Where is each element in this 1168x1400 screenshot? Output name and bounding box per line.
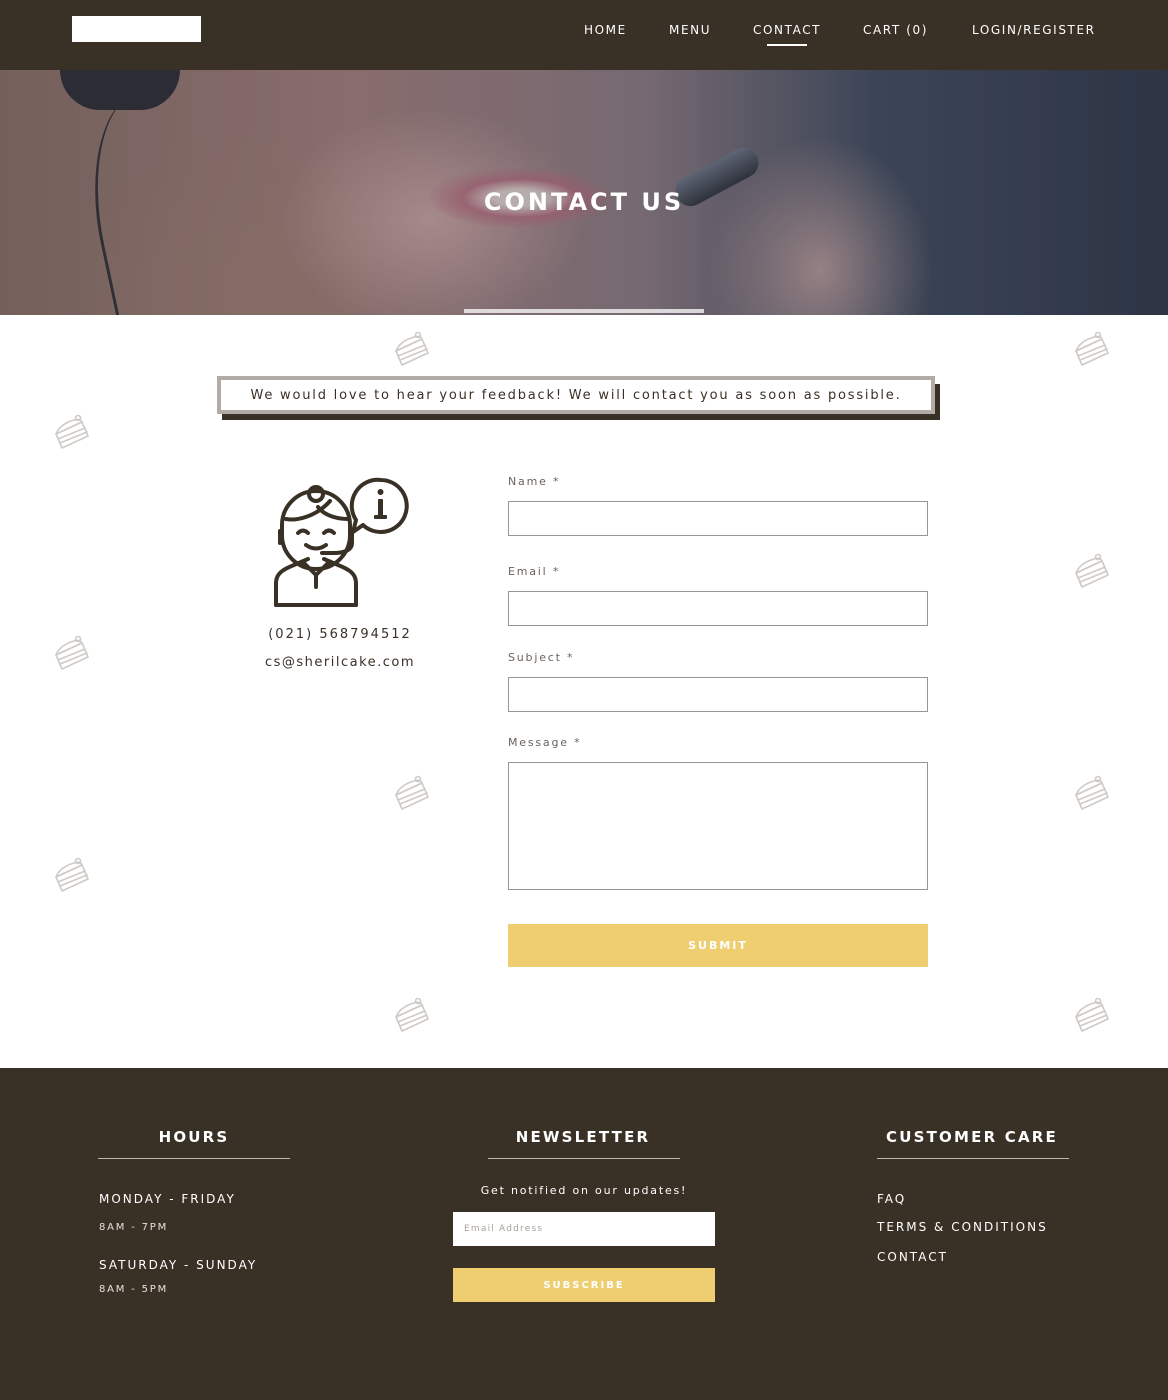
contact-email-address[interactable]: cs@sherilcake.com: [240, 655, 440, 670]
cake-slice-icon: [55, 635, 89, 670]
cake-slice-icon: [1075, 997, 1109, 1032]
subject-label: Subject *: [508, 651, 575, 664]
hours-heading: HOURS: [158, 1128, 230, 1146]
contact-main-section: We would love to hear your feedback! We …: [0, 315, 1168, 1068]
nav-menu-link[interactable]: MENU: [669, 22, 711, 38]
newsletter-divider: [488, 1158, 680, 1159]
newsletter-email-input[interactable]: [453, 1212, 715, 1246]
email-input[interactable]: [508, 591, 928, 626]
nav-contact-link[interactable]: CONTACT: [753, 22, 821, 46]
footer-contact-link[interactable]: CONTACT: [877, 1250, 948, 1264]
customer-care-divider: [877, 1158, 1069, 1159]
hero-title-underline: [464, 309, 704, 313]
cake-slice-icon: [1075, 553, 1109, 588]
message-label: Message *: [508, 736, 582, 749]
customer-service-agent-icon: [274, 477, 409, 607]
weekday-label: MONDAY - FRIDAY: [99, 1192, 236, 1206]
cake-slice-icon: [395, 997, 429, 1032]
nav-home-link[interactable]: HOME: [584, 22, 627, 38]
cake-slice-icon: [1075, 331, 1109, 366]
newsletter-heading: NEWSLETTER: [515, 1128, 651, 1146]
weekday-hours: 8AM - 7PM: [99, 1222, 169, 1233]
nav-login-register-link[interactable]: LOGIN/REGISTER: [972, 22, 1096, 38]
name-label: Name *: [508, 475, 561, 488]
top-navigation-bar: HOME MENU CONTACT CART (0) LOGIN/REGISTE…: [0, 0, 1168, 70]
cake-slice-icon: [395, 775, 429, 810]
email-label: Email *: [508, 565, 561, 578]
main-nav: HOME MENU CONTACT CART (0) LOGIN/REGISTE…: [0, 22, 1168, 52]
hours-divider: [98, 1158, 290, 1159]
cake-slice-icon: [395, 331, 429, 366]
contact-phone-number: (021) 568794512: [268, 627, 412, 642]
cake-slice-icon: [55, 414, 89, 449]
site-footer: HOURS MONDAY - FRIDAY 8AM - 7PM SATURDAY…: [0, 1068, 1168, 1400]
message-textarea[interactable]: [508, 762, 928, 890]
page-title: CONTACT US: [483, 188, 685, 216]
subject-input[interactable]: [508, 677, 928, 712]
hero-banner: CONTACT US: [0, 70, 1168, 315]
name-input[interactable]: [508, 501, 928, 536]
footer-faq-link[interactable]: FAQ: [877, 1192, 906, 1206]
subscribe-button[interactable]: SUBSCRIBE: [453, 1268, 715, 1302]
footer-terms-link[interactable]: TERMS & CONDITIONS: [877, 1220, 1048, 1234]
weekend-hours: 8AM - 5PM: [99, 1284, 169, 1295]
customer-care-heading: CUSTOMER CARE: [886, 1128, 1058, 1146]
cake-slice-icon: [1075, 775, 1109, 810]
submit-button[interactable]: SUBMIT: [508, 924, 928, 967]
cake-slice-icon: [55, 857, 89, 892]
nav-cart-link[interactable]: CART (0): [863, 22, 928, 38]
weekend-label: SATURDAY - SUNDAY: [99, 1258, 258, 1272]
newsletter-description: Get notified on our updates!: [480, 1184, 688, 1197]
feedback-banner: We would love to hear your feedback! We …: [217, 376, 935, 414]
feedback-message: We would love to hear your feedback! We …: [250, 387, 902, 403]
